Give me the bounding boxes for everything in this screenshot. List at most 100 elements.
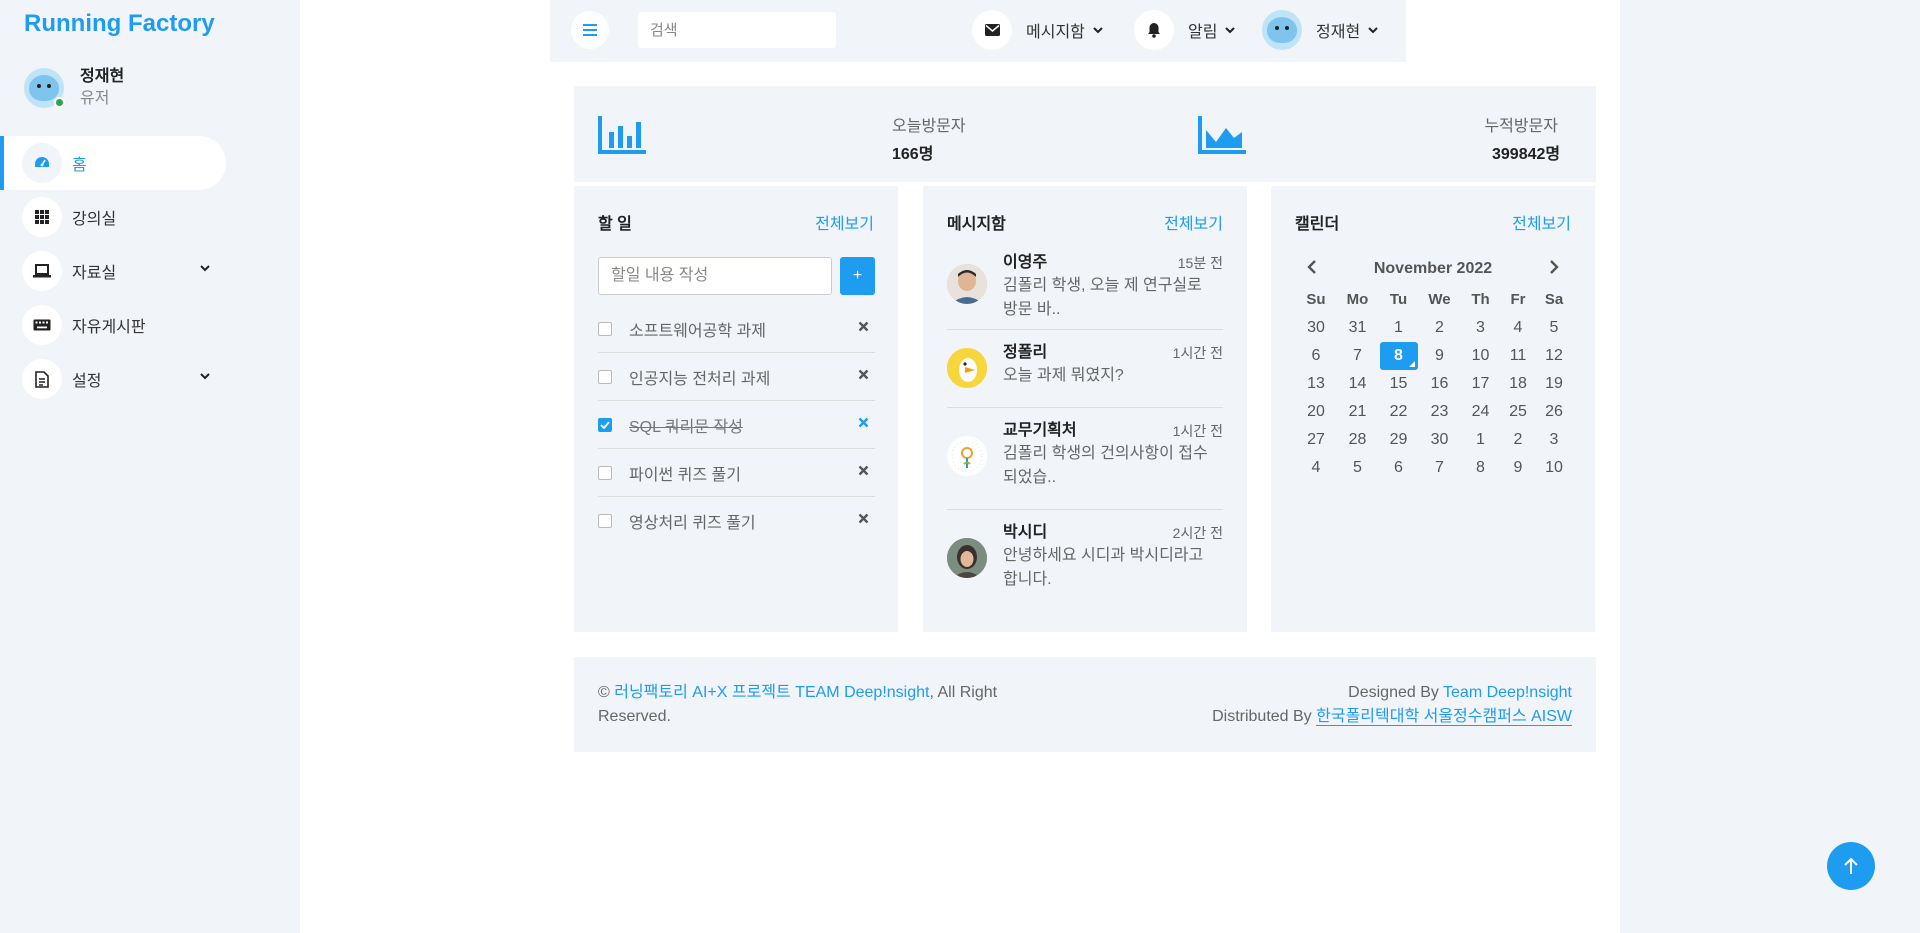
todo-checkbox[interactable]: [598, 417, 612, 432]
user-profile: 정재현 유저: [24, 66, 124, 110]
calendar-day[interactable]: 26: [1535, 398, 1573, 426]
todo-checkbox[interactable]: [598, 514, 612, 528]
calendar-day[interactable]: 21: [1337, 398, 1378, 426]
scroll-to-top-button[interactable]: [1827, 842, 1875, 890]
sidebar-item-library[interactable]: 자료실: [0, 244, 300, 298]
calendar-day[interactable]: 19: [1535, 370, 1573, 398]
message-item[interactable]: 이영주 15분 전 김폴리 학생, 오늘 제 연구실로 방문 바..: [947, 252, 1223, 330]
calendar-day-number: 1: [1394, 319, 1403, 336]
calendar-day-number: 4: [1513, 319, 1523, 336]
todo-checkbox[interactable]: [598, 465, 612, 480]
calendar-day-number: 27: [1307, 431, 1325, 448]
sender-avatar: [947, 538, 987, 578]
calendar-day[interactable]: 14: [1337, 370, 1378, 398]
calendar-day[interactable]: 5: [1535, 314, 1573, 342]
calendar-day[interactable]: 27: [1295, 426, 1337, 454]
calendar-day[interactable]: 12: [1535, 342, 1573, 370]
calendar-day[interactable]: 23: [1419, 398, 1460, 426]
chevron-down-icon: [1225, 27, 1236, 34]
todo-checkbox[interactable]: [598, 369, 612, 384]
sidebar-item-settings[interactable]: 설정: [0, 352, 300, 406]
calendar-day[interactable]: 25: [1501, 398, 1535, 426]
calendar-day[interactable]: 1: [1460, 426, 1501, 454]
menu-toggle-button[interactable]: [571, 11, 609, 49]
bell-icon: [1148, 23, 1160, 38]
calendar-day[interactable]: 15: [1378, 370, 1419, 398]
calendar-day[interactable]: 30: [1295, 314, 1337, 342]
calendar-view-all-link[interactable]: 전체보기: [1512, 210, 1571, 234]
calendar-day[interactable]: 2: [1501, 426, 1535, 454]
calendar-day[interactable]: 3: [1535, 426, 1573, 454]
project-link[interactable]: 러닝팩토리 AI+X 프로젝트 TEAM Deep!nsight: [614, 684, 929, 701]
sidebar-item-home[interactable]: 홈: [0, 136, 226, 190]
calendar-day[interactable]: 2: [1419, 314, 1460, 342]
todo-text: 소프트웨어공학 과제: [629, 322, 766, 340]
calendar-day[interactable]: 6: [1378, 454, 1419, 482]
calendar-day[interactable]: 9: [1501, 454, 1535, 482]
today-visitors-value: 166명: [892, 146, 934, 163]
distributor-link[interactable]: 한국폴리텍대학 서울정수캠퍼스 AISW: [1316, 708, 1572, 726]
delete-icon[interactable]: [858, 465, 869, 476]
calendar-day[interactable]: 13: [1295, 370, 1337, 398]
messages-view-all-link[interactable]: 전체보기: [1164, 210, 1223, 234]
calendar-day-number: 21: [1348, 403, 1367, 420]
calendar-day[interactable]: 4: [1295, 454, 1337, 482]
message-time: 2시간 전: [1172, 525, 1223, 541]
calendar-day-number: 7: [1435, 459, 1444, 476]
calendar-day[interactable]: 7: [1419, 454, 1460, 482]
calendar-day[interactable]: 11: [1501, 342, 1535, 370]
calendar-day-number: 8: [1379, 342, 1418, 370]
calendar-day[interactable]: 1: [1378, 314, 1419, 342]
calendar-day-number: 23: [1430, 403, 1449, 420]
calendar-day[interactable]: 28: [1337, 426, 1378, 454]
calendar-day[interactable]: 8: [1460, 454, 1501, 482]
chevron-down-icon: [200, 373, 210, 380]
delete-icon[interactable]: [858, 417, 869, 428]
delete-icon[interactable]: [858, 513, 869, 524]
messages-dropdown-button[interactable]: 메시지함: [972, 10, 1103, 50]
grid-icon: [22, 197, 62, 237]
todo-checkbox[interactable]: [598, 321, 612, 336]
calendar-day[interactable]: 29: [1378, 426, 1419, 454]
message-item[interactable]: 박시디 2시간 전 안녕하세요 시디과 박시디라고 합니다.: [947, 510, 1223, 600]
calendar-day[interactable]: 10: [1460, 342, 1501, 370]
calendar-day[interactable]: 17: [1460, 370, 1501, 398]
calendar-day[interactable]: 18: [1501, 370, 1535, 398]
todo-input[interactable]: [598, 257, 832, 295]
calendar-day[interactable]: 7: [1337, 342, 1378, 370]
distributed-by-label: Distributed By: [1212, 708, 1317, 725]
search-input[interactable]: [638, 12, 836, 48]
calendar-day[interactable]: 6: [1295, 342, 1337, 370]
calendar-day[interactable]: 9: [1419, 342, 1460, 370]
calendar-day[interactable]: 30: [1419, 426, 1460, 454]
calendar-day-number: 13: [1307, 375, 1325, 392]
calendar-day[interactable]: 20: [1295, 398, 1337, 426]
brand-logo[interactable]: Running Factory: [24, 10, 215, 38]
calendar-day[interactable]: 24: [1460, 398, 1501, 426]
calendar-day[interactable]: 31: [1337, 314, 1378, 342]
calendar-day[interactable]: 5: [1337, 454, 1378, 482]
chevron-right-icon[interactable]: [1549, 259, 1559, 275]
calendar-day-number: 24: [1471, 403, 1490, 420]
calendar-day[interactable]: 3: [1460, 314, 1501, 342]
calendar-day-number: 12: [1545, 347, 1563, 364]
delete-icon[interactable]: [858, 321, 869, 332]
message-time: 1시간 전: [1172, 423, 1223, 439]
add-todo-button[interactable]: +: [840, 257, 875, 295]
alerts-dropdown-button[interactable]: 알림: [1134, 10, 1236, 50]
todo-view-all-link[interactable]: 전체보기: [815, 210, 874, 234]
calendar-day[interactable]: 16: [1419, 370, 1460, 398]
sidebar-item-classroom[interactable]: 강의실: [0, 190, 300, 244]
calendar-day[interactable]: 8: [1378, 342, 1419, 370]
calendar-day-number: 22: [1389, 403, 1408, 420]
message-item[interactable]: 교무기획처 1시간 전 김폴리 학생의 건의사항이 접수 되었습..: [947, 408, 1223, 510]
calendar-day[interactable]: 22: [1378, 398, 1419, 426]
user-dropdown-button[interactable]: 정재현: [1262, 10, 1378, 50]
message-preview-continued: 되었습..: [1003, 469, 1057, 486]
sidebar-item-board[interactable]: 자유게시판: [0, 298, 300, 352]
calendar-day[interactable]: 10: [1535, 454, 1573, 482]
delete-icon[interactable]: [858, 369, 869, 380]
designer-link[interactable]: Team Deep!nsight: [1443, 684, 1572, 701]
calendar-day[interactable]: 4: [1501, 314, 1535, 342]
message-item[interactable]: 정폴리 1시간 전 오늘 과제 뭐였지?: [947, 330, 1223, 408]
